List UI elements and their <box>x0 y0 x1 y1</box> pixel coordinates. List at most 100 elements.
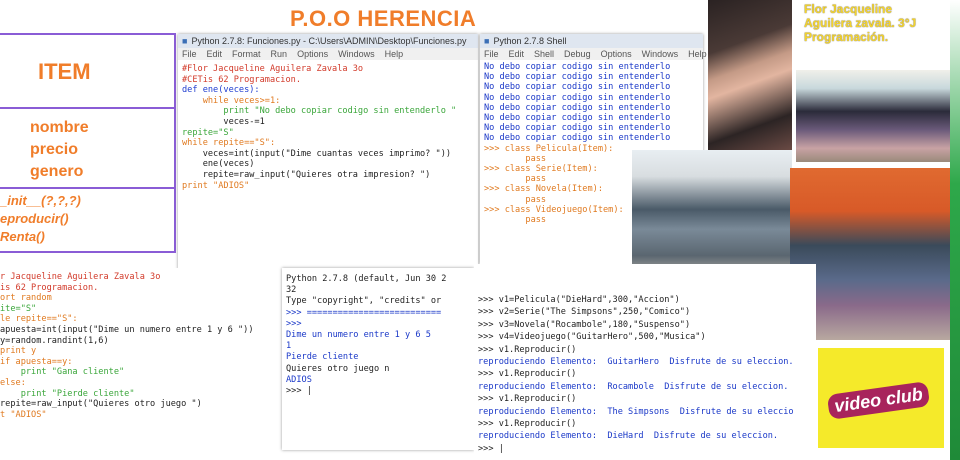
uml-methods-box: _init__(?,?,?) eproducir() Renta() <box>0 187 176 253</box>
python-icon: ■ <box>182 36 188 46</box>
menu-windows[interactable]: Windows <box>642 49 679 59</box>
shell-output-line: No debo copiar codigo sin entenderlo <box>484 113 671 124</box>
menu-debug[interactable]: Debug <box>564 49 591 59</box>
code-line: t "ADIOS" <box>0 409 47 420</box>
shell-output-line: No debo copiar codigo sin entenderlo <box>484 82 671 93</box>
uml-class-diagram: ITEM nombre precio genero _init__(?,?,?)… <box>0 33 176 253</box>
menu-edit[interactable]: Edit <box>207 49 223 59</box>
menu-file[interactable]: File <box>484 49 499 59</box>
shell-line: >>> | <box>478 443 504 454</box>
code-line: apuesta=int(input("Dime un numero entre … <box>0 324 254 335</box>
uml-attribute: genero <box>30 163 84 180</box>
shell-line: reproduciendo Elemento: Rocambole Disfru… <box>478 381 789 392</box>
code-line: while veces>=1: <box>182 95 281 106</box>
code-line: repite=raw_input("Quieres otro juego ") <box>0 399 202 410</box>
code-line: le repite=="S": <box>0 314 78 325</box>
shell-line: 32 <box>286 285 297 296</box>
uml-class-name: ITEM <box>38 59 91 84</box>
credit-line: Programación. <box>804 30 889 44</box>
video-club-logo: video club <box>818 348 944 448</box>
shell-line: Pierde cliente <box>286 352 359 363</box>
menu-run[interactable]: Run <box>271 49 288 59</box>
python-editor-window: ■ Python 2.7.8: Funciones.py - C:\Users\… <box>178 34 478 270</box>
menu-options[interactable]: Options <box>601 49 632 59</box>
shell-line: >>> v1.Reproducir() <box>478 394 577 405</box>
video-store-photo <box>796 70 960 162</box>
code-line: while repite=="S": <box>182 138 276 149</box>
menu-windows[interactable]: Windows <box>338 49 375 59</box>
shell-line: ADIOS <box>286 374 312 385</box>
code-line: ene(veces) <box>182 159 255 170</box>
student-photo <box>708 0 792 150</box>
shell-output-line: No debo copiar codigo sin entenderlo <box>484 92 671 103</box>
shell-titlebar[interactable]: ■ Python 2.7.8 Shell <box>480 34 703 48</box>
shell-line: Dime un numero entre 1 y 6 5 <box>286 330 431 341</box>
code-line: def ene(veces): <box>182 85 260 96</box>
decorative-edge <box>950 0 960 460</box>
code-line: ite="S" <box>0 303 37 314</box>
credit-line: Flor Jacqueline <box>804 2 893 16</box>
shell-line: reproduciendo Elemento: GuitarHero Disfr… <box>478 357 794 368</box>
code-line: print "Pierde cliente" <box>0 388 135 399</box>
code-line: else: <box>0 377 26 388</box>
shell-output-line: No debo copiar codigo sin entenderlo <box>484 133 671 144</box>
uml-method: eproducir() <box>0 211 69 226</box>
code-line: veces-=1 <box>182 116 265 127</box>
author-credits: Flor Jacqueline Aguilera zavala. 3°J Pro… <box>804 2 954 44</box>
menu-edit[interactable]: Edit <box>509 49 525 59</box>
uml-attributes-box: nombre precio genero <box>0 107 176 191</box>
shell-line: >>> v4=Videojuego("GuitarHero",500,"Musi… <box>478 332 706 343</box>
menu-format[interactable]: Format <box>232 49 261 59</box>
code-line: print "Gana cliente" <box>0 367 125 378</box>
code-line: ort random <box>0 293 52 304</box>
page-title: P.O.O HERENCIA <box>290 6 477 31</box>
shell-line: >>> v1.Reproducir() <box>478 369 577 380</box>
shell-line: reproduciendo Elemento: DieHard Disfrute… <box>478 431 779 442</box>
logo-text: video club <box>826 381 931 420</box>
code-line: repite=raw_input("Quieres otra impresion… <box>182 169 431 180</box>
shell-line: >>> v2=Serie("The Simpsons",250,"Comico"… <box>478 307 691 318</box>
shell-output-line: No debo copiar codigo sin entenderlo <box>484 102 671 113</box>
code-line: #CETis 62 Programacion. <box>182 74 301 85</box>
menu-help[interactable]: Help <box>385 49 404 59</box>
editor-window-title: Python 2.7.8: Funciones.py - C:\Users\AD… <box>191 36 467 46</box>
code-line: print "ADIOS" <box>182 180 250 191</box>
editor-titlebar[interactable]: ■ Python 2.7.8: Funciones.py - C:\Users\… <box>178 34 478 48</box>
uml-method: _init__(?,?,?) <box>0 193 81 208</box>
menu-shell[interactable]: Shell <box>534 49 554 59</box>
code-line: y=random.randint(1,6) <box>0 335 109 346</box>
uml-method: Renta() <box>0 229 45 244</box>
editor-code-area[interactable]: #Flor Jacqueline Aguilera Zavala 3o #CET… <box>178 60 478 195</box>
game-shell-output[interactable]: Python 2.7.8 (default, Jun 30 2 32 Type … <box>282 268 474 401</box>
shell-line: >>> | <box>286 386 312 397</box>
code-line: r Jacqueline Aguilera Zavala 3o <box>0 272 161 282</box>
code-line: repite="S" <box>182 127 234 138</box>
shell-window-title: Python 2.7.8 Shell <box>493 36 567 46</box>
editor-menubar: File Edit Format Run Options Windows Hel… <box>178 48 478 60</box>
credit-line: Aguilera zavala. 3°J <box>804 16 917 30</box>
shell-line: >>> v1.Reproducir() <box>478 419 577 430</box>
inheritance-shell-window: >>> v1=Pelicula("DieHard",300,"Accion") … <box>474 264 816 460</box>
code-line: is 62 Programacion. <box>0 282 99 293</box>
game-code-editor: r Jacqueline Aguilera Zavala 3o is 62 Pr… <box>0 268 282 460</box>
python-icon: ■ <box>484 36 490 46</box>
shell-output-line: No debo copiar codigo sin entenderlo <box>484 123 671 134</box>
uml-class-name-box: ITEM <box>0 33 176 111</box>
game-shell-window: Python 2.7.8 (default, Jun 30 2 32 Type … <box>282 268 474 450</box>
shell-line: >>> ========================== <box>286 307 442 318</box>
game-code-area[interactable]: r Jacqueline Aguilera Zavala 3o is 62 Pr… <box>0 268 282 424</box>
shell-output-line: No debo copiar codigo sin entenderlo <box>484 72 671 83</box>
menu-options[interactable]: Options <box>297 49 328 59</box>
code-line: if apuesta==y: <box>0 356 73 367</box>
uml-attribute: precio <box>30 141 79 158</box>
shell-menubar: File Edit Shell Debug Options Windows He… <box>480 48 707 60</box>
menu-file[interactable]: File <box>182 49 197 59</box>
shell-line: reproduciendo Elemento: The Simpsons Dis… <box>478 406 794 417</box>
shell-line: Quieres otro juego n <box>286 363 390 374</box>
shell-line: Type "copyright", "credits" or <box>286 296 442 307</box>
code-line: print y <box>0 346 37 357</box>
menu-help[interactable]: Help <box>688 49 707 59</box>
inheritance-shell-output[interactable]: >>> v1=Pelicula("DieHard",300,"Accion") … <box>474 264 816 459</box>
shell-output-line: No debo copiar codigo sin entenderlo <box>484 62 671 72</box>
shell-line: >>> v1.Reproducir() <box>478 344 577 355</box>
